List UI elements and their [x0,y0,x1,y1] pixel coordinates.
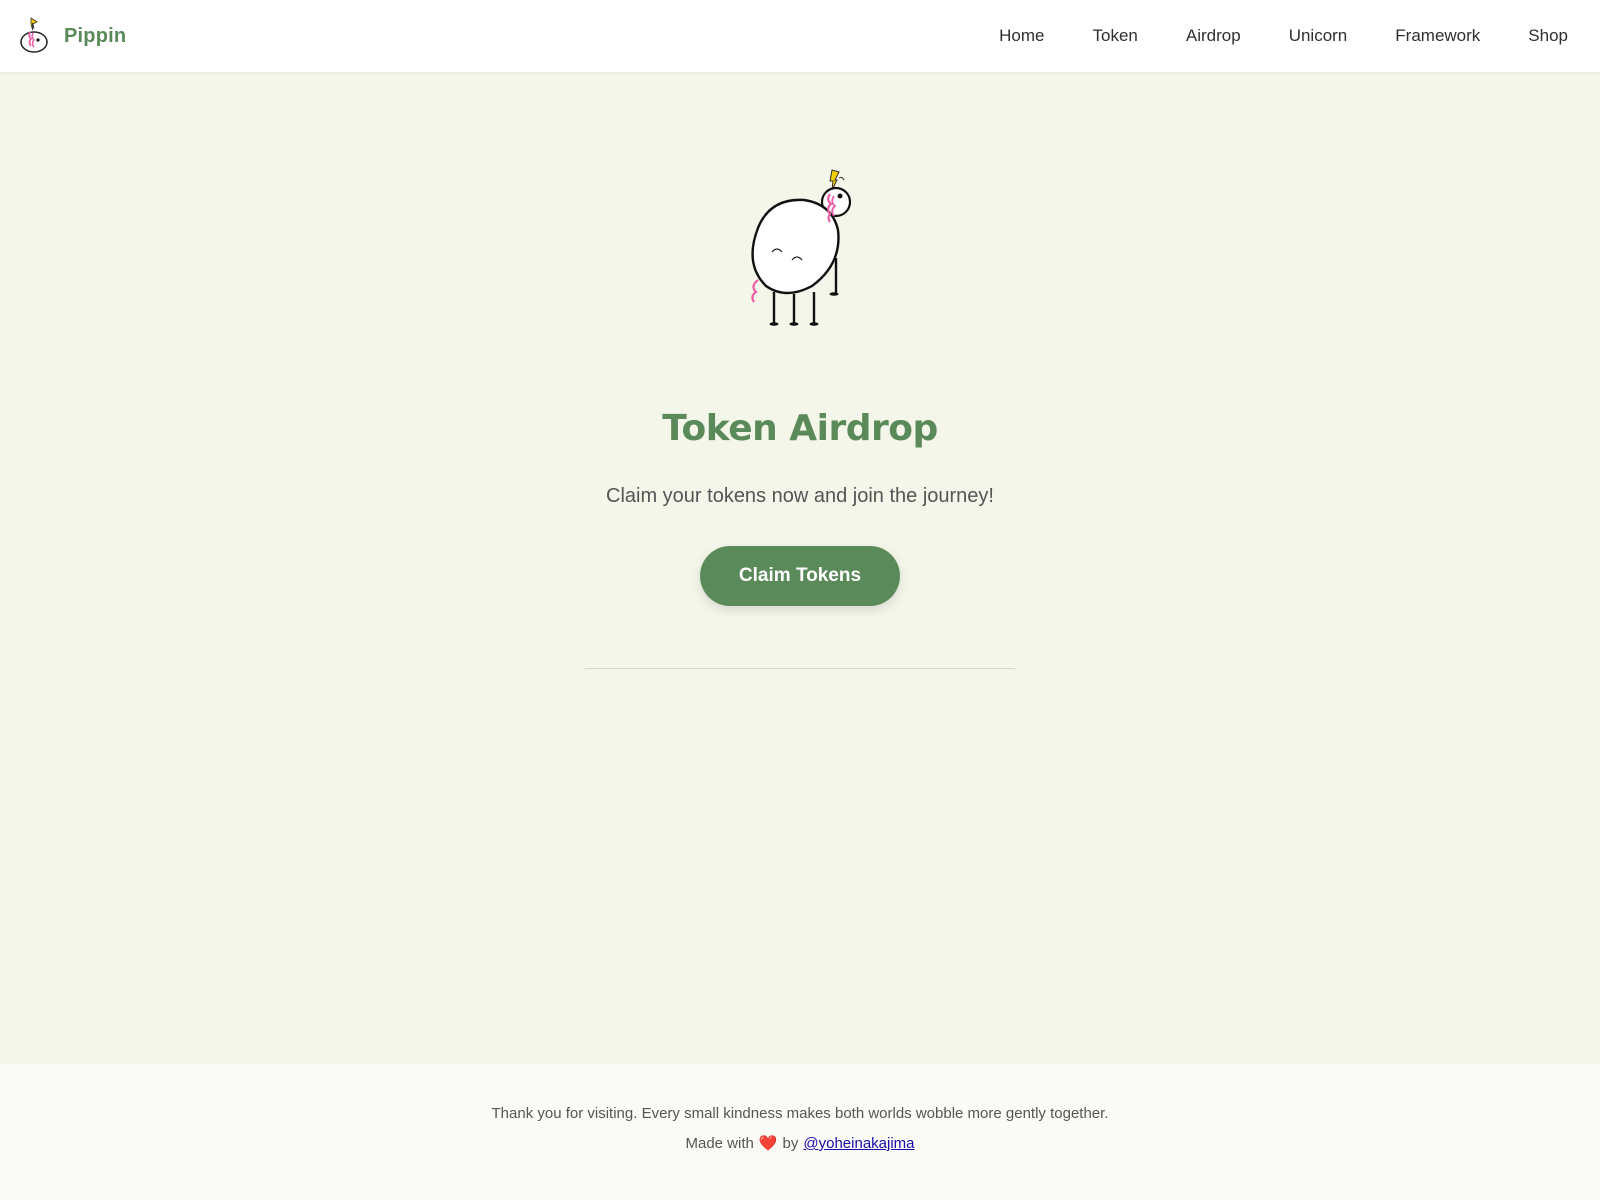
nav-token[interactable]: Token [1093,26,1138,46]
nav-airdrop[interactable]: Airdrop [1186,26,1241,46]
site-footer: Thank you for visiting. Every small kind… [0,1064,1600,1200]
footer-message: Thank you for visiting. Every small kind… [491,1105,1109,1122]
section-divider [585,668,1015,669]
nav-shop[interactable]: Shop [1528,26,1568,46]
heart-icon: ❤️ [758,1135,778,1152]
page-title: Token Airdrop [662,408,938,449]
site-header: Pippin Home Token Airdrop Unicorn Framew… [0,0,1600,72]
nav-framework[interactable]: Framework [1395,26,1480,46]
brand-home-link[interactable]: Pippin [18,16,126,56]
main-content: Token Airdrop Claim your tokens now and … [0,72,1600,1064]
by-text: by [782,1135,799,1152]
brand-name: Pippin [64,24,127,47]
page-subtitle: Claim your tokens now and join the journ… [606,485,994,507]
claim-tokens-button[interactable]: Claim Tokens [700,546,900,606]
page: Pippin Home Token Airdrop Unicorn Framew… [0,0,1600,1200]
author-link[interactable]: @yoheinakajima [803,1135,914,1152]
pippin-unicorn-icon [751,169,852,326]
nav-home[interactable]: Home [999,26,1044,46]
footer-credit: Made with ❤️ by @yoheinakajima [685,1135,914,1152]
pippin-logo-icon [20,17,48,53]
made-with-text: Made with [685,1135,754,1152]
nav-unicorn[interactable]: Unicorn [1289,26,1348,46]
main-nav: Home Token Airdrop Unicorn Framework Sho… [999,26,1568,46]
